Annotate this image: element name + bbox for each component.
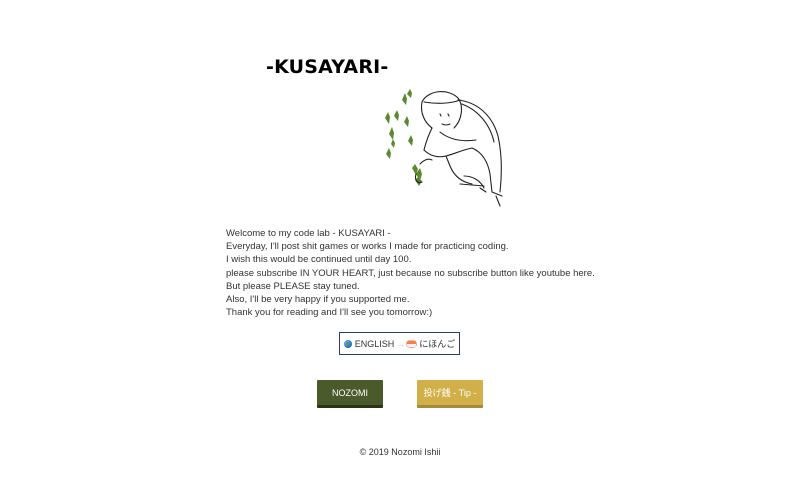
sushi-icon xyxy=(407,340,417,347)
intro-text: Welcome to my code lab - KUSAYARI - Ever… xyxy=(226,227,606,319)
page-title: -KUSAYARI- xyxy=(266,56,389,78)
page: -KUSAYARI- Welcome to my code lab - KUSA… xyxy=(0,0,800,500)
intro-line: Also, I'll be very happy if you supporte… xyxy=(226,294,410,306)
language-switch-link[interactable]: ENGLISH → にほんご xyxy=(339,332,460,355)
language-to-label: にほんご xyxy=(419,339,456,349)
intro-line: Everyday, I'll post shit games or works … xyxy=(226,241,509,253)
language-from-label: ENGLISH xyxy=(354,338,395,349)
intro-line: But please PLEASE stay tuned. xyxy=(226,280,360,292)
tip-button[interactable]: 投げ銭 - Tip - xyxy=(417,380,483,408)
intro-line: Thank you for reading and I'll see you t… xyxy=(226,307,433,319)
intro-line: Welcome to my code lab - KUSAYARI - xyxy=(226,228,391,239)
intro-line: please subscribe IN YOUR HEART, just bec… xyxy=(226,267,595,279)
nozomi-button[interactable]: NOZOMI xyxy=(317,380,383,408)
globe-icon xyxy=(343,339,352,348)
arrow-right-icon: → xyxy=(396,338,406,349)
intro-line: I wish this would be continued until day… xyxy=(226,254,412,266)
footer-copyright: © 2019 Nozomi Ishii xyxy=(359,447,441,457)
person-pulling-grass-illustration xyxy=(385,89,503,207)
